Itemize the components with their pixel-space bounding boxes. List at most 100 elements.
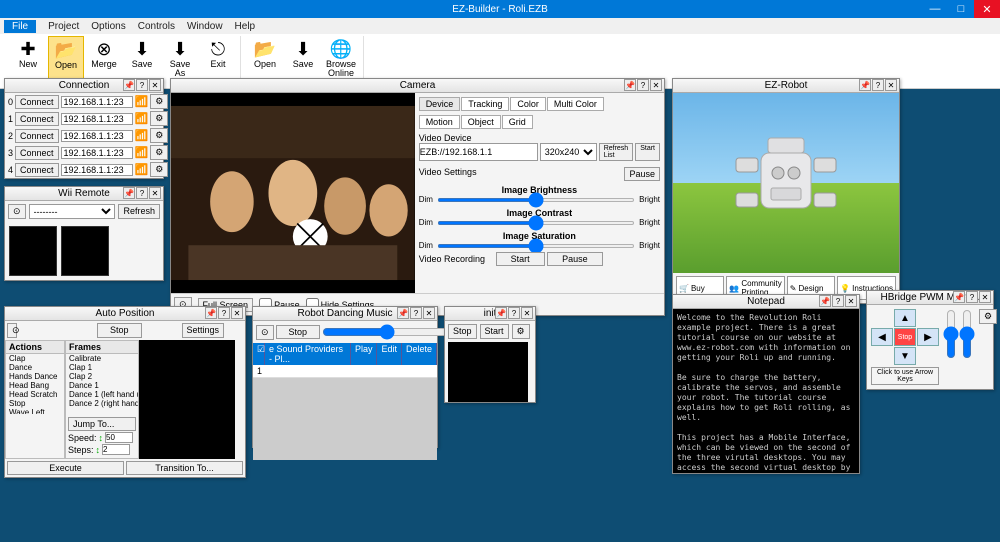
camera-tab-multicolor[interactable]: Multi Color: [547, 97, 604, 111]
panel-pin-icon[interactable]: 📌: [205, 307, 217, 319]
ribbon-exit[interactable]: ⎋Exit: [200, 36, 236, 80]
panel-close-icon[interactable]: ✕: [149, 187, 161, 199]
panel-help-icon[interactable]: ?: [508, 307, 520, 319]
steps-up-icon[interactable]: ↕: [96, 445, 101, 455]
arrow-down-button[interactable]: ▼: [894, 347, 916, 365]
maximize-button[interactable]: □: [948, 0, 974, 18]
video-device-input[interactable]: [419, 143, 538, 161]
camera-start-button[interactable]: Start: [635, 143, 660, 161]
gear-button-3[interactable]: ⚙: [150, 145, 168, 160]
camera-tab-tracking[interactable]: Tracking: [461, 97, 509, 111]
panel-pin-icon[interactable]: 📌: [123, 79, 135, 91]
ap-stop-button[interactable]: Stop: [97, 323, 142, 338]
wii-refresh-button[interactable]: Refresh: [118, 204, 160, 219]
steps-input[interactable]: [102, 444, 130, 455]
connect-button-4[interactable]: Connect: [15, 163, 59, 177]
arrow-up-button[interactable]: ▲: [894, 309, 916, 327]
camera-tab-object[interactable]: Object: [461, 115, 501, 129]
frames-list[interactable]: CalibrateClap 1Clap 2Dance 1Dance 1 (lef…: [66, 354, 138, 414]
menu-project[interactable]: Project: [48, 21, 79, 32]
table-row[interactable]: 1: [253, 365, 437, 378]
actions-list[interactable]: ClapDanceHands DanceHead BangHead Scratc…: [6, 354, 64, 414]
ip-input-3[interactable]: [61, 147, 133, 159]
close-button[interactable]: ✕: [974, 0, 1000, 18]
panel-help-icon[interactable]: ?: [832, 295, 844, 307]
panel-help-icon[interactable]: ?: [872, 79, 884, 91]
ribbon-new[interactable]: ✚New: [10, 36, 46, 80]
jump-to-button[interactable]: Jump To...: [68, 417, 136, 431]
hbridge-slider-left[interactable]: [945, 309, 957, 359]
panel-help-icon[interactable]: ?: [637, 79, 649, 91]
panel-help-icon[interactable]: ?: [410, 307, 422, 319]
hbridge-slider-right[interactable]: [961, 309, 973, 359]
init-start-button[interactable]: Start: [480, 324, 509, 339]
resolution-select[interactable]: 320x240: [540, 143, 597, 161]
wii-toggle[interactable]: ⊙: [8, 204, 26, 219]
panel-close-icon[interactable]: ✕: [231, 307, 243, 319]
execute-button[interactable]: Execute: [7, 461, 124, 475]
init-config-button[interactable]: ⚙: [512, 324, 530, 339]
ribbon-cloud-save[interactable]: ⬇Save: [285, 36, 321, 80]
menu-help[interactable]: Help: [235, 21, 256, 32]
connect-button-2[interactable]: Connect: [15, 129, 59, 143]
panel-pin-icon[interactable]: 📌: [495, 307, 507, 319]
camera-tab-device[interactable]: Device: [419, 97, 461, 111]
panel-pin-icon[interactable]: 📌: [123, 187, 135, 199]
record-start-button[interactable]: Start: [496, 252, 545, 266]
rdm-volume-slider[interactable]: [322, 324, 451, 340]
ezrobot-3d-view[interactable]: [673, 93, 899, 273]
panel-help-icon[interactable]: ?: [136, 187, 148, 199]
menu-window[interactable]: Window: [187, 21, 223, 32]
panel-close-icon[interactable]: ✕: [650, 79, 662, 91]
gear-button-4[interactable]: ⚙: [150, 162, 168, 177]
gear-button-1[interactable]: ⚙: [150, 111, 168, 126]
ap-toggle[interactable]: ⊙: [7, 323, 17, 338]
speed-up-icon[interactable]: ↕: [99, 433, 104, 443]
panel-help-icon[interactable]: ?: [218, 307, 230, 319]
menu-options[interactable]: Options: [91, 21, 125, 32]
panel-help-icon[interactable]: ?: [966, 291, 978, 303]
menu-file[interactable]: File: [4, 20, 36, 33]
panel-close-icon[interactable]: ✕: [149, 79, 161, 91]
panel-close-icon[interactable]: ✕: [845, 295, 857, 307]
panel-close-icon[interactable]: ✕: [885, 79, 897, 91]
settings-pause-button[interactable]: Pause: [624, 167, 660, 181]
speed-input[interactable]: [105, 432, 133, 443]
menu-controls[interactable]: Controls: [138, 21, 175, 32]
ip-input-2[interactable]: [61, 130, 133, 142]
connect-button-1[interactable]: Connect: [15, 112, 59, 126]
panel-close-icon[interactable]: ✕: [979, 291, 991, 303]
ip-input-4[interactable]: [61, 164, 133, 176]
panel-close-icon[interactable]: ✕: [423, 307, 435, 319]
hbridge-hint[interactable]: Click to use Arrow Keys: [871, 367, 939, 385]
arrow-right-button[interactable]: ▶: [917, 328, 939, 346]
camera-tab-color[interactable]: Color: [510, 97, 546, 111]
ribbon-save[interactable]: ⬇Save: [124, 36, 160, 80]
hbridge-config-button[interactable]: ⚙: [979, 309, 997, 324]
brightness-slider[interactable]: [437, 198, 635, 202]
connect-button-3[interactable]: Connect: [15, 146, 59, 160]
connect-button-0[interactable]: Connect: [15, 95, 59, 109]
gear-button-2[interactable]: ⚙: [150, 128, 168, 143]
panel-pin-icon[interactable]: 📌: [953, 291, 965, 303]
rdm-stop-button[interactable]: Stop: [276, 325, 321, 339]
init-stop-button[interactable]: Stop: [448, 324, 477, 339]
ribbon-cloud-browse[interactable]: 🌐Browse Online: [323, 36, 359, 80]
wii-device-select[interactable]: --------: [29, 204, 116, 219]
refresh-list-button[interactable]: Refresh List: [599, 143, 634, 161]
panel-close-icon[interactable]: ✕: [521, 307, 533, 319]
saturation-slider[interactable]: [437, 244, 635, 248]
ip-input-1[interactable]: [61, 113, 133, 125]
ribbon-merge[interactable]: ⊗Merge: [86, 36, 122, 80]
panel-pin-icon[interactable]: 📌: [819, 295, 831, 307]
panel-pin-icon[interactable]: 📌: [859, 79, 871, 91]
rdm-toggle[interactable]: ⊙: [256, 325, 274, 340]
ribbon-save-as[interactable]: ⬇Save As: [162, 36, 198, 80]
camera-tab-motion[interactable]: Motion: [419, 115, 460, 129]
record-pause-button[interactable]: Pause: [547, 252, 603, 266]
ap-settings-button[interactable]: Settings: [182, 323, 225, 338]
ribbon-cloud-open[interactable]: 📂Open: [247, 36, 283, 80]
stop-button[interactable]: Stop: [894, 328, 916, 346]
transition-button[interactable]: Transition To...: [126, 461, 243, 475]
gear-button-0[interactable]: ⚙: [150, 94, 168, 109]
